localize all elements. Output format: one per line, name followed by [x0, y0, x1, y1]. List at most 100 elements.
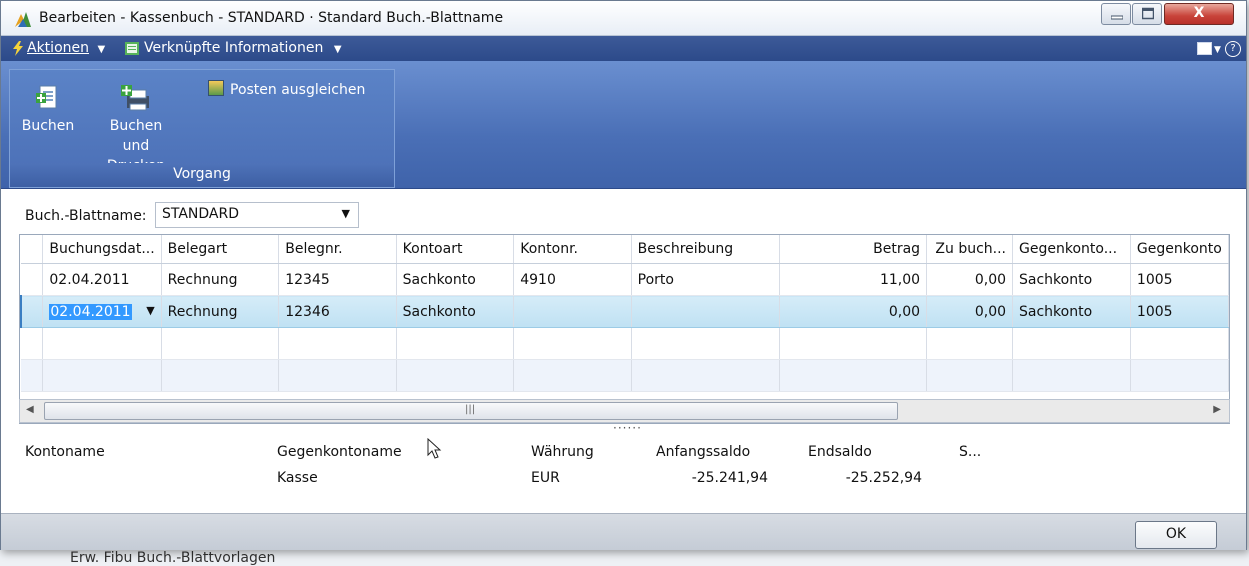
table-cell[interactable]: 0,00 [926, 263, 1014, 296]
s-column-label: S... [959, 444, 982, 460]
maximize-button[interactable] [1132, 3, 1162, 25]
chevron-down-icon: ▼ [333, 44, 342, 55]
grip-icon: ||| [465, 404, 476, 415]
table-cell[interactable]: 4910 [513, 263, 632, 296]
menu-actions[interactable]: Aktionen ▼ [27, 40, 105, 56]
apply-entries-icon [208, 80, 224, 96]
table-cell[interactable]: 11,00 [779, 263, 928, 296]
maximize-icon [1142, 7, 1154, 20]
lightning-icon [13, 41, 23, 56]
window-title: Bearbeiten - Kassenbuch - STANDARD · Sta… [39, 10, 504, 26]
menu-related-info[interactable]: Verknüpfte Informationen ▼ [144, 40, 342, 56]
date-cell-editing[interactable]: 02.04.2011 ▼ [42, 295, 162, 328]
minimize-icon [1111, 15, 1123, 20]
currency-label: Währung [531, 444, 594, 460]
table-cell[interactable]: Sachkonto [1012, 295, 1131, 328]
table-header-row: Buchungsdat... Belegart Belegnr. Kontoar… [21, 235, 1229, 264]
background-window-text: Erw. Fibu Buch.-Blattvorlagen [70, 550, 276, 566]
balacc-name-label: Gegenkontoname [277, 444, 402, 460]
opening-balance-label: Anfangssaldo [656, 444, 751, 460]
row-selector[interactable] [20, 295, 44, 328]
table-cell[interactable]: 1005 [1130, 263, 1229, 296]
help-icon: ? [1225, 41, 1241, 57]
table-cell[interactable]: 12346 [278, 295, 397, 328]
table-cell[interactable] [631, 295, 781, 328]
table-cell[interactable]: Sachkonto [396, 263, 515, 296]
opening-balance-value: -25.241,94 [691, 470, 768, 486]
scroll-left-icon[interactable]: ◀ [26, 404, 34, 415]
post-button[interactable]: Buchen [16, 76, 80, 136]
journal-lines-table: Buchungsdat... Belegart Belegnr. Kontoar… [20, 235, 1229, 392]
apply-entries-label: Posten ausgleichen [230, 82, 366, 98]
column-header[interactable]: Beschreibung [631, 235, 781, 264]
row-selector[interactable] [21, 263, 44, 296]
ok-button[interactable]: OK [1135, 521, 1217, 549]
chevron-down-icon: ▼ [1214, 45, 1221, 55]
table-cell[interactable]: Porto [631, 263, 781, 296]
help-menu-button[interactable]: ? [1225, 39, 1241, 57]
column-header[interactable]: Kontoart [396, 235, 515, 264]
related-info-icon [125, 42, 139, 55]
dialog-button-bar: OK [1, 513, 1246, 550]
ending-balance-label: Endsaldo [808, 444, 872, 460]
column-header[interactable]: Zu buch... [926, 235, 1014, 264]
column-header[interactable]: Gegenkonto [1130, 235, 1229, 264]
date-edit-value[interactable]: 02.04.2011 [49, 303, 132, 320]
batch-name-select[interactable]: STANDARD ▼ [155, 202, 359, 228]
column-header[interactable]: Gegenkonto... [1012, 235, 1131, 264]
table-cell[interactable]: Sachkonto [1012, 263, 1131, 296]
table-cell[interactable]: 12345 [278, 263, 397, 296]
post-and-print-button[interactable]: Buchen und Drucken [86, 76, 186, 176]
column-header[interactable]: Betrag [779, 235, 928, 264]
batch-filter-bar: Buch.-Blattname: STANDARD ▼ [1, 189, 1246, 231]
table-row-empty[interactable] [21, 327, 1229, 360]
chevron-down-icon: ▼ [97, 44, 106, 55]
mouse-cursor-icon [427, 438, 442, 459]
close-button[interactable]: X [1164, 3, 1234, 25]
table-row-selected[interactable]: 02.04.2011 ▼ Rechnung 12346 Sachkonto 0,… [20, 295, 1229, 328]
table-row[interactable]: 02.04.2011 Rechnung 12345 Sachkonto 4910… [21, 263, 1229, 296]
menu-related-info-label: Verknüpfte Informationen [144, 40, 324, 56]
batch-name-label: Buch.-Blattname: [25, 208, 147, 224]
app-logo-icon [15, 12, 31, 27]
table-cell[interactable] [513, 295, 632, 328]
scrollbar-thumb[interactable]: ||| [44, 402, 898, 420]
layout-menu-button[interactable]: ▼ [1197, 40, 1221, 56]
scroll-right-icon[interactable]: ▶ [1213, 404, 1221, 415]
ribbon-group-vorgang: Buchen Buchen und Drucken Posten ausglei… [9, 69, 395, 188]
horizontal-scrollbar[interactable]: ◀ ||| ▶ [19, 399, 1230, 423]
layout-icon [1197, 41, 1212, 55]
row-selector-header [21, 235, 44, 264]
dropdown-arrow-icon[interactable]: ▼ [146, 304, 154, 317]
batch-name-value: STANDARD [162, 206, 240, 222]
table-cell[interactable]: Sachkonto [396, 295, 515, 328]
table-cell[interactable]: 0,00 [779, 295, 928, 328]
ribbon-group-label: Vorgang [10, 163, 394, 187]
apply-entries-button[interactable]: Posten ausgleichen [208, 80, 365, 100]
post-print-icon [121, 85, 149, 111]
table-cell[interactable]: 0,00 [926, 295, 1014, 328]
ribbon: Buchen Buchen und Drucken Posten ausglei… [1, 61, 1246, 189]
journal-lines-grid: Buchungsdat... Belegart Belegnr. Kontoar… [19, 234, 1230, 424]
table-cell[interactable]: 02.04.2011 [42, 263, 162, 296]
title-bar: Bearbeiten - Kassenbuch - STANDARD · Sta… [1, 1, 1246, 36]
column-header[interactable]: Kontonr. [513, 235, 632, 264]
post-icon [36, 85, 57, 109]
dropdown-arrow-icon: ▼ [341, 207, 350, 220]
menu-actions-label: Aktionen [27, 40, 89, 56]
table-cell[interactable]: Rechnung [161, 295, 280, 328]
table-row-empty[interactable] [21, 359, 1229, 392]
balacc-name-value: Kasse [277, 470, 318, 486]
menu-bar: Aktionen ▼ Verknüpfte Informationen ▼ ▼ … [1, 36, 1246, 61]
currency-value: EUR [531, 470, 560, 486]
table-cell[interactable]: Rechnung [161, 263, 280, 296]
column-header[interactable]: Buchungsdat... [42, 235, 162, 264]
column-header[interactable]: Belegnr. [278, 235, 397, 264]
table-cell[interactable]: 1005 [1130, 295, 1229, 328]
footer-info-pane: Kontoname Gegenkontoname Kasse Währung E… [1, 431, 1246, 511]
post-button-label: Buchen [21, 118, 75, 134]
account-name-label: Kontoname [25, 444, 105, 460]
journal-window: Bearbeiten - Kassenbuch - STANDARD · Sta… [0, 0, 1247, 550]
minimize-button[interactable] [1101, 3, 1131, 25]
column-header[interactable]: Belegart [161, 235, 280, 264]
